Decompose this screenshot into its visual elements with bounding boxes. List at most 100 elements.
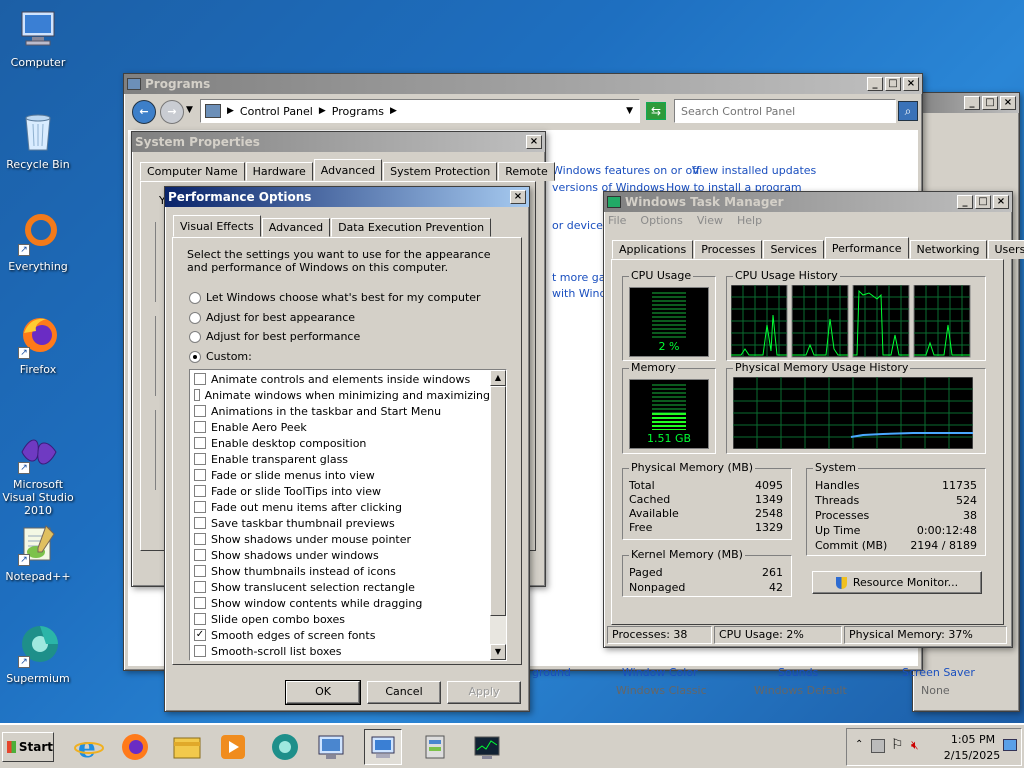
- menu-view[interactable]: View: [697, 214, 723, 227]
- checkbox-icon[interactable]: [194, 613, 206, 625]
- checkbox-icon[interactable]: [194, 373, 206, 385]
- checkbox-icon[interactable]: [194, 501, 206, 513]
- taskbar-explorer[interactable]: [168, 729, 206, 765]
- tab-advanced[interactable]: Advanced: [261, 218, 331, 237]
- effect-checkbox-row[interactable]: Save taskbar thumbnail previews: [190, 515, 490, 531]
- tab-applications[interactable]: Applications: [612, 240, 694, 259]
- checkbox-checked-icon[interactable]: ✓: [194, 629, 206, 641]
- checkbox-icon[interactable]: [194, 533, 206, 545]
- tray-expand-icon[interactable]: ⌃: [855, 739, 863, 750]
- menu-help[interactable]: Help: [737, 214, 762, 227]
- checkbox-icon[interactable]: [194, 453, 206, 465]
- effects-list[interactable]: Animate controls and elements inside win…: [189, 369, 507, 661]
- volume-muted-icon[interactable]: 🔇︎: [911, 738, 919, 753]
- apply-button[interactable]: Apply: [447, 681, 521, 704]
- search-button[interactable]: ⌕: [898, 101, 918, 121]
- tab-processes[interactable]: Processes: [694, 240, 763, 259]
- effect-checkbox-row[interactable]: Show translucent selection rectangle: [190, 579, 490, 595]
- clock-date[interactable]: 2/15/2025: [939, 749, 1005, 762]
- link-windows-features[interactable]: Windows features on or off: [552, 164, 700, 177]
- checkbox-icon[interactable]: [194, 645, 206, 657]
- checkbox-icon[interactable]: [194, 581, 206, 593]
- checkbox-icon[interactable]: [194, 437, 206, 449]
- performance-options-window[interactable]: Performance Options × Visual Effects Adv…: [164, 186, 530, 712]
- action-center-flag-icon[interactable]: ⚐: [891, 737, 904, 753]
- back-button[interactable]: ←: [132, 100, 156, 124]
- maximize-icon[interactable]: □: [975, 195, 991, 209]
- task-manager-titlebar[interactable]: Windows Task Manager _ □ ×: [604, 192, 1012, 212]
- item-screen-saver[interactable]: Screen Saver: [902, 666, 975, 679]
- radio-let-windows-choose[interactable]: Let Windows choose what's best for my co…: [189, 291, 481, 304]
- maximize-icon[interactable]: □: [885, 77, 901, 91]
- checkbox-icon[interactable]: [194, 389, 200, 401]
- effect-checkbox-row[interactable]: Fade out menu items after clicking: [190, 499, 490, 515]
- menu-options[interactable]: Options: [640, 214, 682, 227]
- effect-checkbox-row[interactable]: Slide open combo boxes: [190, 611, 490, 627]
- performance-options-titlebar[interactable]: Performance Options ×: [165, 187, 529, 207]
- tab-advanced[interactable]: Advanced: [313, 159, 383, 181]
- checkbox-icon[interactable]: [194, 405, 206, 417]
- minimize-icon[interactable]: _: [867, 77, 883, 91]
- effect-checkbox-row[interactable]: Show thumbnails instead of icons: [190, 563, 490, 579]
- clock-time[interactable]: 1:05 PM: [947, 733, 999, 746]
- checkbox-icon[interactable]: [194, 565, 206, 577]
- tab-system-protection[interactable]: System Protection: [383, 162, 498, 181]
- task-manager-window[interactable]: Windows Task Manager _ □ × File Options …: [603, 191, 1024, 648]
- effect-checkbox-row[interactable]: Smooth-scroll list boxes: [190, 643, 490, 659]
- close-icon[interactable]: ×: [993, 195, 1009, 209]
- programs-titlebar[interactable]: Programs _ □ ×: [124, 74, 922, 94]
- effect-checkbox-row[interactable]: Enable transparent glass: [190, 451, 490, 467]
- scrollbar-thumb[interactable]: [490, 386, 506, 616]
- forward-button[interactable]: →: [160, 100, 184, 124]
- effect-checkbox-row[interactable]: Show shadows under mouse pointer: [190, 531, 490, 547]
- close-icon[interactable]: ×: [1000, 96, 1016, 110]
- link-devices[interactable]: or devices: [552, 219, 609, 232]
- history-dropdown-icon[interactable]: ▼: [186, 105, 193, 115]
- desktop-icon-supermium[interactable]: ↗ Supermium: [0, 624, 76, 685]
- tab-networking[interactable]: Networking: [909, 240, 987, 259]
- taskbar-control-panel[interactable]: [312, 729, 350, 765]
- search-input[interactable]: [674, 99, 896, 123]
- radio-best-appearance[interactable]: Adjust for best appearance: [189, 311, 355, 324]
- taskbar-task-manager[interactable]: [468, 729, 506, 765]
- checkbox-icon[interactable]: [194, 517, 206, 529]
- item-sounds[interactable]: Sounds: [778, 666, 818, 679]
- effect-checkbox-row[interactable]: Enable desktop composition: [190, 435, 490, 451]
- checkbox-icon[interactable]: [194, 597, 206, 609]
- resource-monitor-button[interactable]: Resource Monitor...: [812, 571, 982, 594]
- effect-checkbox-row[interactable]: Enable Aero Peek: [190, 419, 490, 435]
- close-icon[interactable]: ×: [526, 135, 542, 149]
- item-window-color[interactable]: Window Color: [622, 666, 698, 679]
- taskbar-internet-explorer[interactable]: e: [70, 729, 108, 765]
- effect-checkbox-row[interactable]: Show shadows under windows: [190, 547, 490, 563]
- radio-best-performance[interactable]: Adjust for best performance: [189, 330, 360, 343]
- start-button[interactable]: Start: [2, 732, 54, 762]
- effects-scrollbar[interactable]: ▲ ▼: [490, 370, 506, 660]
- effect-checkbox-row[interactable]: Animate controls and elements inside win…: [190, 371, 490, 387]
- taskbar-supermium[interactable]: [266, 729, 304, 765]
- desktop-icon-visual-studio[interactable]: ↗ Microsoft Visual Studio 2010: [0, 430, 76, 517]
- cancel-button[interactable]: Cancel: [367, 681, 441, 704]
- scroll-up-icon[interactable]: ▲: [490, 370, 506, 386]
- effect-checkbox-row[interactable]: Animations in the taskbar and Start Menu: [190, 403, 490, 419]
- ok-button[interactable]: OK: [285, 680, 361, 705]
- minimize-icon[interactable]: _: [957, 195, 973, 209]
- checkbox-icon[interactable]: [194, 421, 206, 433]
- tab-visual-effects[interactable]: Visual Effects: [173, 215, 261, 237]
- breadcrumb-programs[interactable]: Programs: [332, 105, 384, 118]
- tab-remote[interactable]: Remote: [498, 162, 555, 181]
- tab-services[interactable]: Services: [763, 240, 824, 259]
- scroll-down-icon[interactable]: ▼: [490, 644, 506, 660]
- taskbar-programs[interactable]: [416, 729, 454, 765]
- address-dropdown-icon[interactable]: ▼: [626, 106, 633, 116]
- desktop-icon-everything[interactable]: ↗ Everything: [0, 212, 76, 273]
- tab-performance[interactable]: Performance: [824, 237, 909, 259]
- checkbox-icon[interactable]: [194, 549, 206, 561]
- tab-computer-name[interactable]: Computer Name: [140, 162, 245, 181]
- checkbox-icon[interactable]: [194, 469, 206, 481]
- address-field[interactable]: ▶ Control Panel ▶ Programs ▶ ▼: [200, 99, 640, 123]
- close-icon[interactable]: ×: [510, 190, 526, 204]
- desktop-icon-firefox[interactable]: ↗ Firefox: [0, 315, 76, 376]
- desktop-icon-computer[interactable]: Computer: [0, 8, 76, 69]
- breadcrumb-control-panel[interactable]: Control Panel: [240, 105, 313, 118]
